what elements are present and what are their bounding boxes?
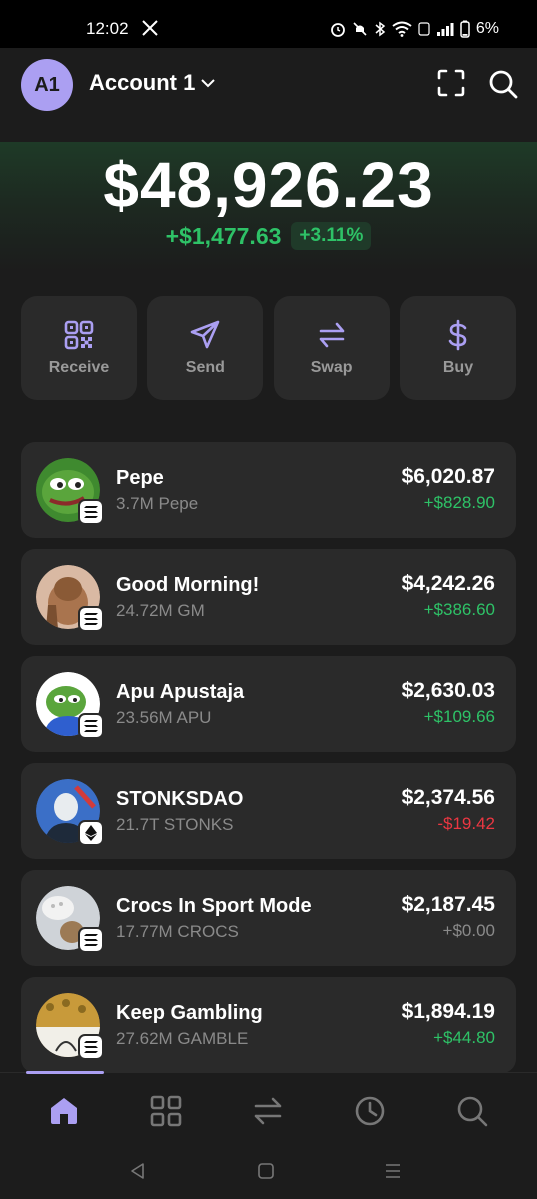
- token-value: $1,894.19: [401, 1000, 495, 1023]
- portfolio-change: +$1,477.63 +3.11%: [0, 222, 537, 250]
- nav-swap[interactable]: [250, 1093, 286, 1129]
- bluetooth-icon: [375, 21, 386, 37]
- mute-icon: [353, 22, 367, 36]
- active-tab-indicator: [26, 1071, 104, 1074]
- signal-icon: [436, 23, 454, 36]
- swap-label: Swap: [310, 359, 353, 376]
- back-icon[interactable]: [128, 1161, 148, 1181]
- token-value: $2,630.03: [401, 679, 495, 702]
- nav-search[interactable]: [454, 1093, 490, 1129]
- token-value: $2,374.56: [401, 786, 495, 809]
- token-amount: 23.56M APU: [116, 708, 212, 727]
- alarm-icon: [330, 23, 345, 37]
- token-change: +$44.80: [433, 1028, 495, 1047]
- token-row-keep-gambling[interactable]: Keep Gambling 27.62M GAMBLE $1,894.19 +$…: [21, 977, 516, 1073]
- x-app-icon: [142, 20, 158, 36]
- token-amount: 3.7M Pepe: [116, 494, 199, 513]
- ethereum-badge-icon: [78, 820, 104, 846]
- send-button[interactable]: Send: [147, 296, 264, 400]
- status-time: 12:02: [86, 19, 129, 38]
- token-name: Pepe: [116, 467, 164, 489]
- portfolio-balance: $48,926.23: [103, 149, 434, 221]
- wifi-icon: [392, 21, 412, 37]
- status-bar: 12:02 6%: [0, 0, 537, 48]
- token-amount: 24.72M GM: [116, 601, 205, 620]
- nav-home[interactable]: [46, 1093, 82, 1129]
- token-change: -$19.42: [437, 814, 495, 833]
- swap-button[interactable]: Swap: [273, 296, 390, 400]
- receive-button[interactable]: Receive: [21, 296, 137, 400]
- status-icons: 6%: [330, 20, 499, 38]
- token-amount: 27.62M GAMBLE: [116, 1029, 249, 1048]
- token-name: Good Morning!: [116, 574, 260, 596]
- swap-icon: [319, 322, 344, 348]
- solana-badge-icon: [78, 713, 104, 739]
- token-name: Keep Gambling: [116, 1002, 263, 1024]
- token-name: STONKSDAO: [116, 788, 244, 810]
- change-amount: +$1,477.63: [165, 222, 282, 249]
- scan-icon[interactable]: [436, 68, 466, 98]
- token-change: +$109.66: [423, 707, 495, 726]
- volte-icon: [418, 22, 430, 36]
- home-square-icon[interactable]: [257, 1161, 275, 1181]
- token-row-crocs[interactable]: Crocs In Sport Mode 17.77M CROCS $2,187.…: [21, 870, 516, 966]
- receive-label: Receive: [48, 359, 110, 376]
- recents-icon[interactable]: [384, 1161, 402, 1181]
- token-row-pepe[interactable]: Pepe 3.7M Pepe $6,020.87 +$828.90: [21, 442, 516, 538]
- nav-collectibles[interactable]: [148, 1093, 184, 1129]
- token-name: Crocs In Sport Mode: [116, 895, 312, 917]
- system-navigation-bar: [0, 1147, 537, 1199]
- token-amount: 21.7T STONKS: [116, 815, 234, 834]
- solana-badge-icon: [78, 606, 104, 632]
- avatar[interactable]: A1: [21, 59, 73, 111]
- token-change: +$386.60: [423, 600, 495, 619]
- nav-activity[interactable]: [352, 1093, 388, 1129]
- search-icon[interactable]: [487, 68, 519, 100]
- grid-icon: [150, 1095, 182, 1127]
- account-switcher[interactable]: Account 1: [89, 70, 217, 96]
- token-value: $4,242.26: [401, 572, 495, 595]
- battery-percent: 6%: [475, 20, 499, 37]
- token-name: Apu Apustaja: [116, 681, 245, 703]
- token-value: $2,187.45: [401, 893, 495, 916]
- dollar-icon: [448, 319, 467, 351]
- solana-badge-icon: [78, 499, 104, 525]
- buy-button[interactable]: Buy: [399, 296, 516, 400]
- token-row-good-morning[interactable]: Good Morning! 24.72M GM $4,242.26 +$386.…: [21, 549, 516, 645]
- token-change: +$0.00: [442, 921, 495, 940]
- action-buttons: Receive Send Swap Buy: [21, 296, 516, 400]
- qr-code-icon: [64, 320, 94, 350]
- header: A1 Account 1: [0, 48, 537, 142]
- solana-badge-icon: [78, 927, 104, 953]
- token-value: $6,020.87: [401, 465, 495, 488]
- history-icon: [355, 1096, 385, 1126]
- token-amount: 17.77M CROCS: [116, 922, 239, 941]
- bottom-nav: [0, 1071, 537, 1147]
- home-icon: [51, 1098, 77, 1124]
- send-label: Send: [185, 359, 225, 376]
- battery-icon: [460, 20, 470, 38]
- wallet-screen: 12:02 6% A1 Account 1 $48,926.23 +$1,477…: [0, 0, 537, 1199]
- token-list: Pepe 3.7M Pepe $6,020.87 +$828.90 Good M…: [21, 442, 516, 1084]
- account-name: Account 1: [89, 70, 196, 95]
- buy-label: Buy: [442, 359, 474, 376]
- solana-badge-icon: [78, 1034, 104, 1060]
- send-icon: [191, 320, 220, 349]
- search-icon: [457, 1096, 488, 1127]
- token-change: +$828.90: [423, 493, 495, 512]
- change-percent-badge: +3.11%: [291, 222, 372, 250]
- token-row-apu[interactable]: Apu Apustaja 23.56M APU $2,630.03 +$109.…: [21, 656, 516, 752]
- token-row-stonksdao[interactable]: STONKSDAO 21.7T STONKS $2,374.56 -$19.42: [21, 763, 516, 859]
- chevron-down-icon: [201, 79, 216, 88]
- swap-icon: [254, 1097, 282, 1125]
